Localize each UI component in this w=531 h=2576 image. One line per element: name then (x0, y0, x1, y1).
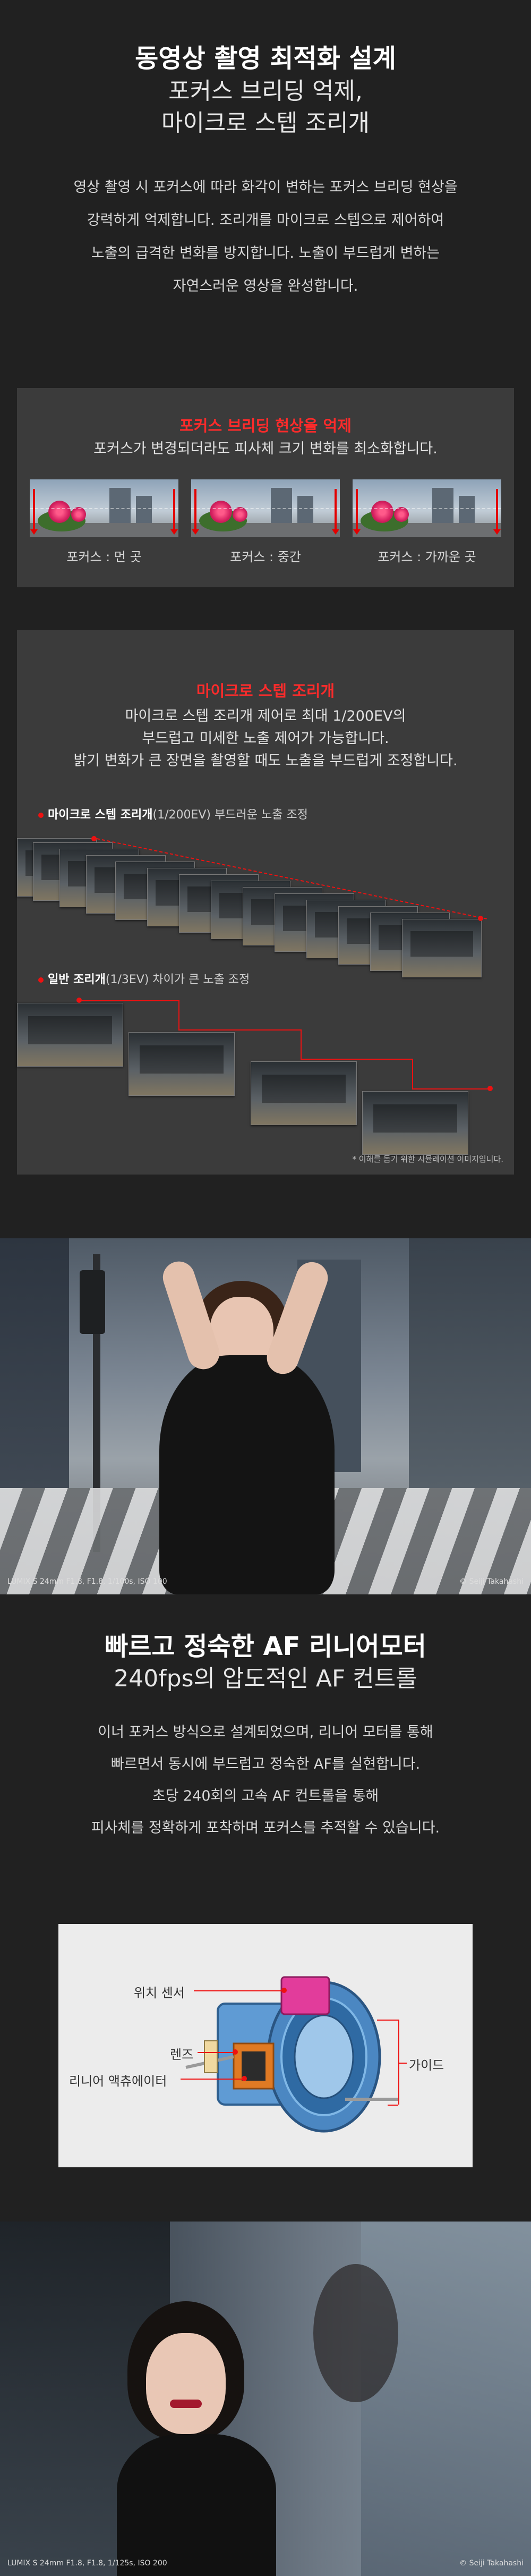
intro-title: 동영상 촬영 최적화 설계 (135, 44, 396, 73)
leader-guide-top (377, 2020, 398, 2021)
aperture-panel: 마이크로 스텝 조리개 마이크로 스텝 조리개 제어로 최대 1/200EV의 … (17, 630, 514, 1175)
intro-section: 동영상 촬영 최적화 설계 포커스 브리딩 억제, 마이크로 스텝 조리개 영상… (0, 0, 531, 1238)
glass-reflection (361, 2222, 531, 2576)
normal-step-line-7 (412, 1088, 492, 1089)
focus-mid-image (191, 479, 340, 537)
breathing-panel: 포커스 브리딩 현상을 억제 포커스가 변경되더라도 피사체 크기 변화를 최소… (17, 388, 514, 587)
af-body-2: 빠르면서 동시에 부드럽고 정숙한 AF를 실현합니다. (110, 1756, 421, 1772)
normal-step-line-1 (81, 1000, 179, 1001)
af-body-4: 피사체를 정확하게 포착하며 포커스를 추적할 수 있습니다. (91, 1820, 440, 1836)
micro-frame-14 (402, 919, 482, 977)
intro-body-2: 강력하게 억제합니다. 조리개를 마이크로 스텝으로 제어하여 (87, 212, 444, 229)
af-body-1: 이너 포커스 방식으로 설계되었으며, 리니어 모터를 통해 (98, 1724, 433, 1741)
label-linear-actuator: 리니어 액츄에이터 (69, 2074, 167, 2089)
leader-sensor (194, 1990, 284, 1991)
micro-step-legend: 마이크로 스텝 조리개(1/200EV) 부드러운 노출 조정 (38, 805, 308, 822)
af-title: 빠르고 정숙한 AF 리니어모터 (105, 1632, 426, 1661)
af-linear-motor-diagram: 위치 센서 렌즈 리니어 액츄에이터 가이드 (58, 1924, 473, 2167)
normal-step-line-6 (412, 1059, 413, 1088)
aperture-title: 마이크로 스텝 조리개 (196, 682, 335, 700)
caption-mid: 포커스 : 중간 (230, 550, 301, 564)
portrait-photo-1: LUMIX S 24mm F1.8, F1.8, 1/100s, ISO 100… (0, 1238, 531, 1594)
caption-near: 포커스 : 가까운 곳 (378, 550, 476, 564)
caption-far: 포커스 : 먼 곳 (66, 550, 142, 564)
label-lens: 렌즈 (170, 2047, 194, 2062)
leader-guide-vertical (398, 2020, 399, 2105)
normal-step-line-2 (178, 1000, 179, 1029)
leader-dot-actuator (242, 2076, 247, 2081)
lips (170, 2400, 202, 2408)
aperture-line-2: 부드럽고 미세한 노출 제어가 가능합니다. (142, 730, 389, 747)
af-body-3: 초당 240회의 고속 AF 컨트롤을 통해 (152, 1788, 379, 1804)
af-subtitle: 240fps의 압도적인 AF 컨트롤 (114, 1665, 417, 1692)
focus-near-image (353, 479, 501, 537)
breathing-title: 포커스 브리딩 현상을 억제 (179, 417, 352, 435)
normal-frame-3 (251, 1061, 357, 1125)
focus-far-image (30, 479, 178, 537)
intro-body-3: 노출의 급격한 변화를 방지합니다. 노출이 부드럽게 변하는 (91, 245, 440, 261)
portrait-photo-2: LUMIX S 24mm F1.8, F1.8, 1/125s, ISO 200… (0, 2222, 531, 2576)
normal-step-line-5 (301, 1059, 412, 1060)
photo1-credit-left: LUMIX S 24mm F1.8, F1.8, 1/100s, ISO 100 (7, 1577, 167, 1586)
leader-dot-lens (233, 2049, 238, 2055)
photo2-credit-left: LUMIX S 24mm F1.8, F1.8, 1/125s, ISO 200 (7, 2559, 167, 2567)
traffic-light (80, 1270, 105, 1334)
micro-step-desc: (1/200EV) 부드러운 노출 조정 (152, 808, 308, 822)
micro-start-dot (91, 836, 97, 841)
black-dress (159, 1355, 335, 1594)
normal-start-dot (76, 998, 82, 1003)
leader-guide-bottom (388, 2105, 398, 2106)
red-dot-icon (38, 813, 44, 818)
leader-actuator (181, 2079, 244, 2080)
linear-motor-illustration (185, 1976, 398, 2133)
breathing-subtitle: 포커스가 변경되더라도 피사체 크기 변화를 최소화합니다. (93, 441, 438, 457)
red-dot-icon (38, 977, 44, 983)
leader-guide (398, 2063, 407, 2064)
normal-frame-2 (129, 1032, 235, 1096)
aperture-line-3: 밝기 변화가 큰 장면을 촬영할 때도 노출을 부드럽게 조정합니다. (73, 753, 458, 769)
normal-end-dot (487, 1086, 493, 1091)
intro-body-4: 자연스러운 영상을 완성합니다. (173, 278, 358, 294)
intro-title-line3: 마이크로 스텝 조리개 (161, 109, 370, 137)
normal-label: 일반 조리개 (48, 973, 106, 986)
label-position-sensor: 위치 센서 (134, 1986, 185, 2000)
leader-lens (198, 2052, 235, 2053)
reflection-figure (313, 2264, 398, 2402)
building-left (0, 1238, 69, 1488)
photo2-credit-right: © Seiji Takahashi (459, 2559, 524, 2567)
normal-desc: (1/3EV) 차이가 큰 노출 조정 (105, 973, 250, 986)
photo1-credit-right: © Seiji Takahashi (459, 1577, 524, 1586)
intro-title-line2: 포커스 브리딩 억제, (168, 78, 363, 105)
normal-step-line-4 (301, 1029, 302, 1059)
dark-coat (117, 2434, 276, 2576)
intro-body-1: 영상 촬영 시 포커스에 따라 화각이 변하는 포커스 브리딩 현상을 (73, 179, 458, 196)
normal-step-line-3 (178, 1029, 301, 1031)
normal-frame-1 (17, 1003, 123, 1067)
face (146, 2333, 226, 2434)
normal-frame-4 (362, 1091, 468, 1155)
building-right (409, 1238, 531, 1488)
simulation-note: * 이해를 돕기 위한 시뮬레이션 이미지입니다. (352, 1154, 503, 1164)
aperture-line-1: 마이크로 스텝 조리개 제어로 최대 1/200EV의 (125, 708, 406, 724)
micro-step-label: 마이크로 스텝 조리개 (48, 808, 153, 822)
micro-end-dot (478, 916, 483, 921)
normal-legend: 일반 조리개(1/3EV) 차이가 큰 노출 조정 (38, 970, 250, 987)
leader-dot-sensor (281, 1988, 287, 1993)
label-guide: 가이드 (409, 2058, 444, 2073)
